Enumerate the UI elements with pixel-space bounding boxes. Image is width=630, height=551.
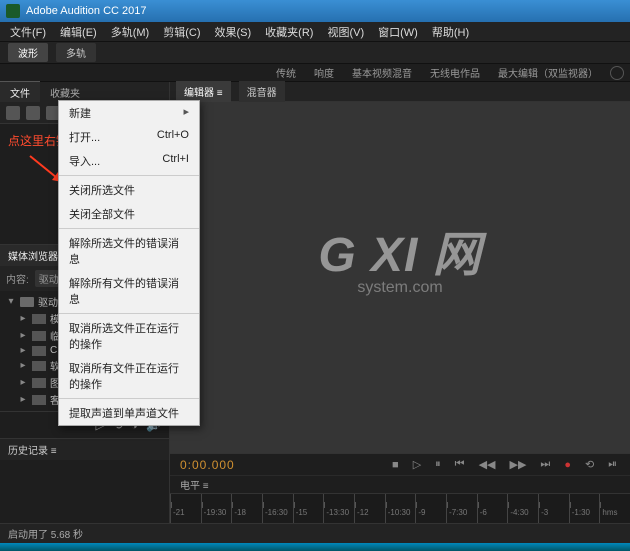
ws-video[interactable]: 基本视频混音: [346, 64, 418, 81]
play-icon[interactable]: ▷: [410, 458, 424, 471]
meter-tick: -16:30: [262, 494, 293, 523]
context-menu-item[interactable]: 关闭全部文件: [59, 202, 199, 226]
context-menu-item[interactable]: 关闭所选文件: [59, 178, 199, 202]
meter-tick: -21: [170, 494, 201, 523]
meter-tick: -10:30: [385, 494, 416, 523]
mode-toolbar: 波形 多轨: [0, 42, 630, 64]
levels-panel: 电平 ≡: [170, 475, 630, 493]
tab-media-browser[interactable]: 媒体浏览器: [0, 245, 66, 266]
menu-favorites[interactable]: 收藏夹(R): [259, 22, 319, 42]
menu-edit[interactable]: 编辑(E): [54, 22, 103, 42]
window-titlebar: Adobe Audition CC 2017: [0, 0, 630, 22]
record-icon[interactable]: [26, 106, 40, 120]
files-context-menu[interactable]: 新建打开...Ctrl+O导入...Ctrl+I 关闭所选文件关闭全部文件解除所选…: [58, 100, 200, 426]
ws-loudness[interactable]: 响度: [308, 64, 340, 81]
tab-mixer[interactable]: 混音器: [239, 81, 285, 102]
context-menu-item[interactable]: 打开...Ctrl+O: [59, 125, 199, 149]
menubar: 文件(F) 编辑(E) 多轨(M) 剪辑(C) 效果(S) 收藏夹(R) 视图(…: [0, 22, 630, 42]
loop-icon[interactable]: ⟲: [582, 458, 597, 471]
meter-tick: -18: [231, 494, 262, 523]
meter-tick: -15: [293, 494, 324, 523]
meter-tick: hms: [599, 494, 630, 523]
ws-radio[interactable]: 无线电作品: [424, 64, 486, 81]
watermark: G XI 网 system.com: [318, 215, 481, 297]
levels-meter: -21-19:30-18-16:30-15-13:30-12-10:30-9-7…: [170, 493, 630, 523]
meter-tick: -3: [538, 494, 569, 523]
menu-view[interactable]: 视图(V): [321, 22, 370, 42]
skip-selection-icon[interactable]: ⏯: [605, 458, 620, 471]
context-menu-item[interactable]: 新建: [59, 101, 199, 125]
statusbar: 启动用了 5.68 秒: [0, 523, 630, 543]
transport-bar: 0:00.000 ■ ▷ ⏸ ⏮ ◀◀ ▶▶ ⏭ ● ⟲ ⏯: [170, 453, 630, 475]
contents-label: 内容:: [6, 271, 29, 286]
workspace-bar: 传统 响度 基本视频混音 无线电作品 最大编辑（双监视器）: [0, 64, 630, 82]
mode-waveform[interactable]: 波形: [8, 43, 48, 62]
meter-tick: -1:30: [569, 494, 600, 523]
watermark-big: G XI 网: [318, 215, 481, 285]
meter-tick: -19:30: [201, 494, 232, 523]
meter-tick: -9: [415, 494, 446, 523]
skip-back-icon[interactable]: ⏮: [452, 458, 468, 471]
context-menu-item[interactable]: 解除所选文件的错误消息: [59, 231, 199, 271]
history-panel: 历史记录 ≡: [0, 438, 169, 500]
menu-effects[interactable]: 效果(S): [209, 22, 258, 42]
forward-icon[interactable]: ▶▶: [506, 458, 529, 471]
meter-tick: -6: [477, 494, 508, 523]
stop-icon[interactable]: ■: [389, 459, 402, 471]
meter-tick: -12: [354, 494, 385, 523]
os-taskbar: [0, 543, 630, 551]
mode-multitrack[interactable]: 多轨: [56, 43, 96, 62]
levels-label[interactable]: 电平 ≡: [180, 477, 209, 492]
menu-clip[interactable]: 剪辑(C): [157, 22, 206, 42]
files-panel-tabs: 文件 收藏夹: [0, 82, 169, 102]
open-file-icon[interactable]: [6, 106, 20, 120]
meter-tick: -7:30: [446, 494, 477, 523]
search-icon[interactable]: [610, 66, 624, 80]
ws-dual[interactable]: 最大编辑（双监视器）: [492, 64, 604, 81]
tab-editor[interactable]: 编辑器 ≡: [176, 81, 231, 102]
menu-file[interactable]: 文件(F): [4, 22, 52, 42]
tab-files[interactable]: 文件: [0, 81, 40, 103]
ws-classic[interactable]: 传统: [270, 64, 302, 81]
timecode-display[interactable]: 0:00.000: [180, 458, 235, 472]
status-text: 启动用了 5.68 秒: [8, 526, 83, 541]
skip-fwd-icon[interactable]: ⏭: [537, 458, 553, 471]
menu-help[interactable]: 帮助(H): [426, 22, 475, 42]
meter-tick: -13:30: [323, 494, 354, 523]
history-title[interactable]: 历史记录 ≡: [0, 439, 169, 460]
pause-icon[interactable]: ⏸: [432, 458, 444, 471]
editor-canvas[interactable]: G XI 网 system.com: [170, 102, 630, 453]
app-icon: [6, 4, 20, 18]
context-menu-item[interactable]: 解除所有文件的错误消息: [59, 271, 199, 311]
record-button-icon[interactable]: ●: [561, 459, 574, 471]
editor-tabs: 编辑器 ≡ 混音器: [170, 82, 630, 102]
context-menu-item[interactable]: 提取声道到单声道文件: [59, 401, 199, 425]
meter-tick: -4:30: [507, 494, 538, 523]
rewind-icon[interactable]: ◀◀: [476, 458, 499, 471]
window-title: Adobe Audition CC 2017: [26, 5, 146, 17]
context-menu-item[interactable]: 取消所有文件正在运行的操作: [59, 356, 199, 396]
context-menu-item[interactable]: 导入...Ctrl+I: [59, 149, 199, 173]
menu-multitrack[interactable]: 多轨(M): [105, 22, 156, 42]
context-menu-item[interactable]: 取消所选文件正在运行的操作: [59, 316, 199, 356]
menu-window[interactable]: 窗口(W): [372, 22, 424, 42]
